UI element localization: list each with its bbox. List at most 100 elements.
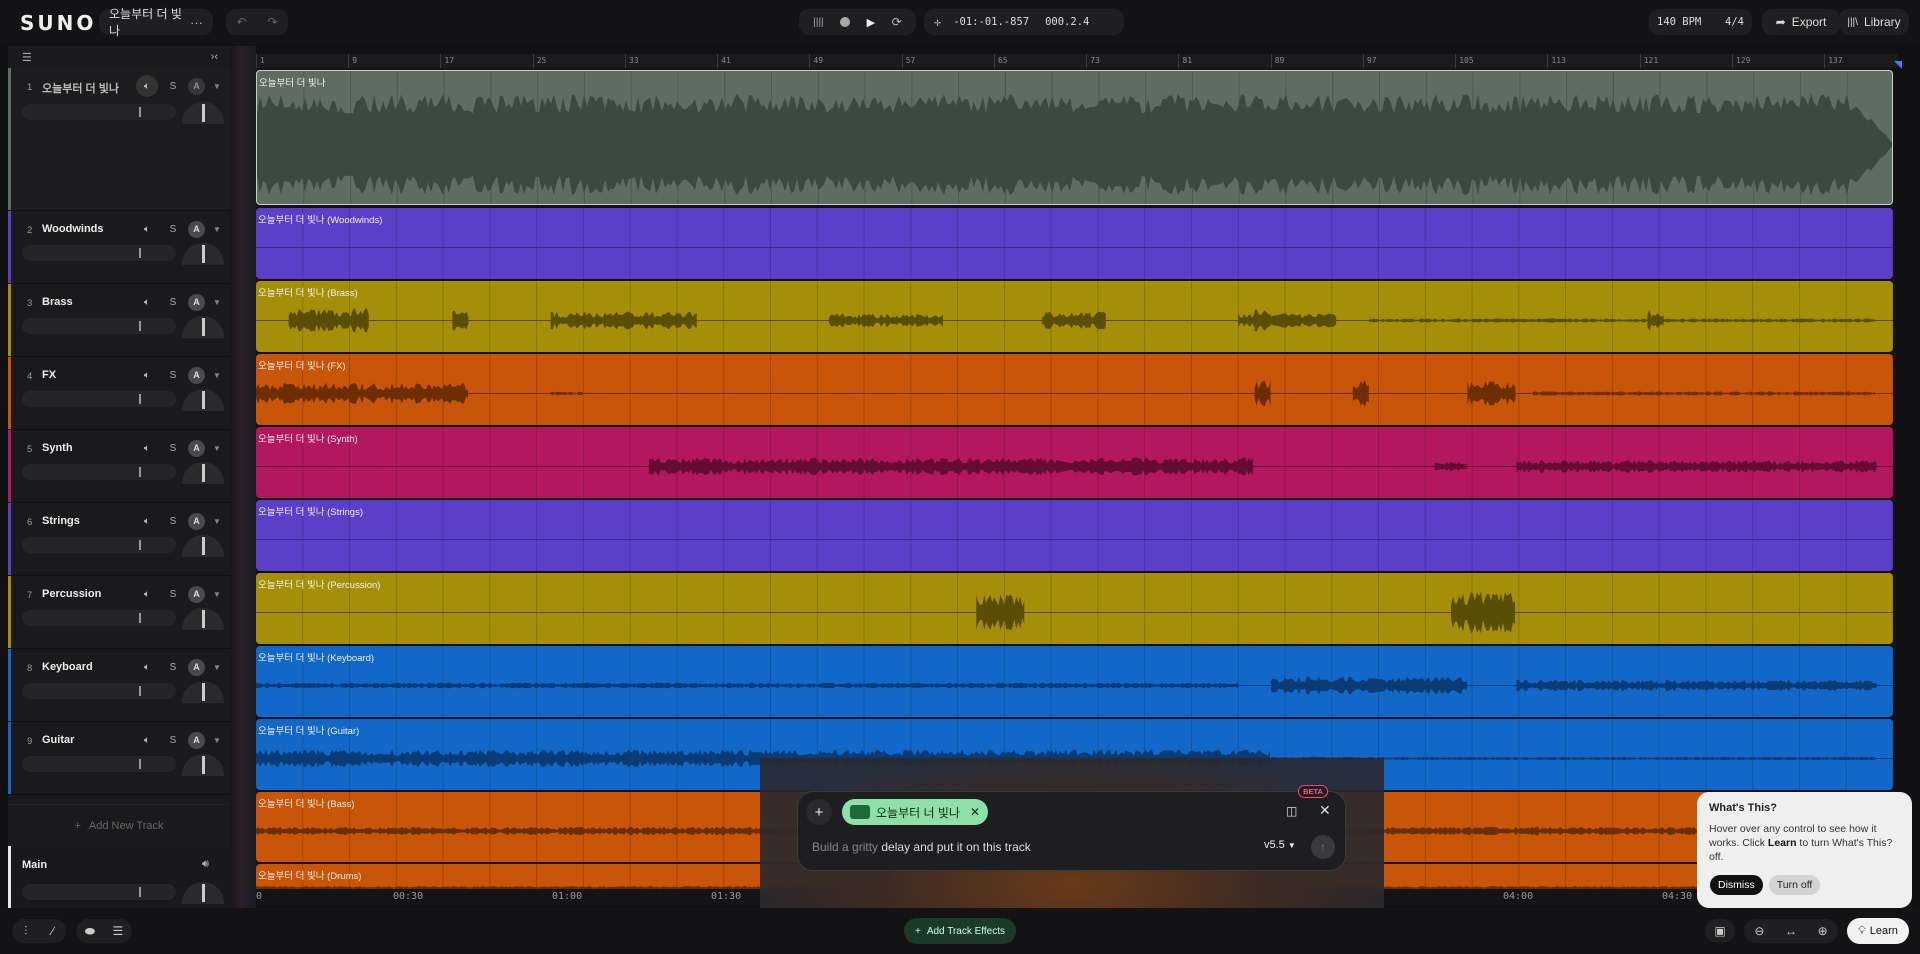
- solo-button[interactable]: S: [166, 443, 180, 454]
- add-track-effects-button[interactable]: + Add Track Effects: [904, 918, 1016, 944]
- track-clip[interactable]: 오늘부터 더 빛나 (Brass): [256, 281, 1893, 352]
- pan-knob[interactable]: [182, 535, 224, 557]
- remove-chip-icon[interactable]: ✕: [970, 805, 980, 819]
- snapshot-icon[interactable]: ▣: [1714, 924, 1725, 938]
- chevron-down-icon[interactable]: ▼: [213, 82, 221, 91]
- solo-button[interactable]: S: [166, 370, 180, 381]
- track-name[interactable]: Brass: [42, 296, 73, 308]
- export-button[interactable]: ➦ Export: [1762, 9, 1840, 35]
- track-name[interactable]: Guitar: [42, 734, 74, 746]
- chevron-down-icon[interactable]: ▼: [213, 298, 221, 307]
- prompt-input[interactable]: Build a gritty delay and put it on this …: [812, 840, 1031, 854]
- mute-icon[interactable]: 🔈︎: [136, 75, 158, 97]
- volume-fader[interactable]: [22, 610, 176, 626]
- track-clip[interactable]: 오늘부터 더 빛나 (Synth): [256, 427, 1893, 498]
- list-view-icon[interactable]: ☰: [112, 924, 123, 938]
- track-name[interactable]: Percussion: [42, 588, 101, 600]
- solo-button[interactable]: S: [166, 662, 180, 673]
- automation-button[interactable]: A: [188, 585, 205, 603]
- mute-icon[interactable]: 🔈︎: [136, 729, 158, 751]
- mixer-icon[interactable]: ⫶: [24, 924, 27, 939]
- solo-button[interactable]: S: [166, 297, 180, 308]
- solo-button[interactable]: S: [166, 81, 180, 92]
- bar-ruler[interactable]: 1 9 17 25 33 41 49 57 65 73 81 89 97 105 113 121 129 137: [256, 54, 1898, 68]
- add-new-track-button[interactable]: + Add New Track: [8, 804, 230, 846]
- close-icon[interactable]: ✕: [1319, 802, 1331, 819]
- main-volume-icon[interactable]: 🔊︎: [202, 858, 209, 871]
- solo-button[interactable]: S: [166, 589, 180, 600]
- pencil-icon[interactable]: ∕: [52, 924, 54, 938]
- pan-knob[interactable]: [182, 102, 224, 124]
- panel-toggle-icon[interactable]: ◫: [1286, 804, 1297, 818]
- volume-fader[interactable]: [22, 391, 176, 407]
- pan-knob[interactable]: [182, 389, 224, 411]
- chevron-down-icon[interactable]: ▼: [213, 736, 221, 745]
- zoom-in-icon[interactable]: ⊕: [1818, 924, 1828, 938]
- automation-button[interactable]: A: [188, 293, 205, 311]
- turn-off-button[interactable]: Turn off: [1768, 875, 1821, 895]
- suno-logo[interactable]: SUNO: [20, 11, 96, 35]
- redo-icon[interactable]: ↷: [267, 15, 277, 29]
- automation-button[interactable]: A: [188, 439, 205, 457]
- chevron-down-icon[interactable]: ▼: [213, 225, 221, 234]
- undo-icon[interactable]: ↶: [236, 15, 246, 29]
- collapse-panel-icon[interactable]: ›‹: [211, 51, 218, 63]
- solo-button[interactable]: S: [166, 516, 180, 527]
- track-clip[interactable]: 오늘부터 더 빛나 (Keyboard): [256, 646, 1893, 717]
- library-button[interactable]: |||\ Library: [1839, 9, 1909, 35]
- track-name[interactable]: FX: [42, 369, 56, 381]
- main-pan-knob[interactable]: [182, 882, 224, 904]
- volume-fader[interactable]: [22, 245, 176, 261]
- chevron-down-icon[interactable]: ▼: [213, 517, 221, 526]
- add-attachment-button[interactable]: +: [806, 799, 832, 825]
- track-clip[interactable]: 오늘부터 더 빛나: [256, 70, 1893, 205]
- fit-icon[interactable]: ↔: [1785, 924, 1797, 938]
- more-options-icon[interactable]: ···: [190, 15, 203, 30]
- track-name[interactable]: Woodwinds: [42, 223, 104, 235]
- mute-icon[interactable]: 🔈︎: [136, 291, 158, 313]
- volume-fader[interactable]: [22, 464, 176, 480]
- volume-fader[interactable]: [22, 104, 176, 120]
- chevron-down-icon[interactable]: ▼: [213, 590, 221, 599]
- model-version-select[interactable]: v5.5 ▼: [1264, 839, 1296, 851]
- chevron-down-icon[interactable]: ▼: [213, 371, 221, 380]
- pan-knob[interactable]: [182, 608, 224, 630]
- automation-button[interactable]: A: [188, 512, 205, 530]
- track-clip[interactable]: 오늘부터 더 빛나 (Strings): [256, 500, 1893, 571]
- automation-button[interactable]: A: [188, 658, 205, 676]
- track-clip[interactable]: 오늘부터 더 빛나 (Woodwinds): [256, 208, 1893, 279]
- mute-icon[interactable]: 🔈︎: [136, 510, 158, 532]
- track-clip[interactable]: 오늘부터 더 빛나 (Percussion): [256, 573, 1893, 644]
- track-name[interactable]: Strings: [42, 515, 80, 527]
- volume-fader[interactable]: [22, 683, 176, 699]
- mute-icon[interactable]: 🔈︎: [136, 437, 158, 459]
- loop-icon[interactable]: ⟳: [892, 15, 902, 29]
- mute-icon[interactable]: 🔈︎: [136, 656, 158, 678]
- learn-button[interactable]: 💡︎ Learn: [1847, 918, 1909, 944]
- automation-button[interactable]: A: [188, 731, 205, 749]
- pan-knob[interactable]: [182, 462, 224, 484]
- track-list-icon[interactable]: ☰: [22, 51, 32, 64]
- mute-icon[interactable]: 🔈︎: [136, 583, 158, 605]
- record-icon[interactable]: [840, 17, 851, 27]
- pan-knob[interactable]: [182, 681, 224, 703]
- main-volume-fader[interactable]: [22, 884, 176, 900]
- volume-fader[interactable]: [22, 318, 176, 334]
- volume-fader[interactable]: [22, 537, 176, 553]
- play-icon[interactable]: ▶: [867, 16, 875, 29]
- metronome-icon[interactable]: ||||: [813, 17, 823, 28]
- send-button[interactable]: ↑: [1311, 835, 1335, 859]
- track-name[interactable]: Synth: [42, 442, 73, 454]
- chevron-down-icon[interactable]: ▼: [213, 444, 221, 453]
- dismiss-button[interactable]: Dismiss: [1710, 875, 1763, 895]
- tempo-display[interactable]: 140 BPM 4/4: [1649, 9, 1752, 35]
- time-signature[interactable]: 4/4: [1725, 16, 1744, 28]
- song-title-pill[interactable]: 오늘부터 더 빛나 ···: [99, 7, 213, 38]
- pan-knob[interactable]: [182, 243, 224, 265]
- automation-icon[interactable]: ⬬: [85, 924, 95, 939]
- volume-fader[interactable]: [22, 756, 176, 772]
- snap-icon[interactable]: ✛: [934, 15, 941, 29]
- chevron-down-icon[interactable]: ▼: [213, 663, 221, 672]
- pan-knob[interactable]: [182, 316, 224, 338]
- bpm-value[interactable]: 140 BPM: [1657, 16, 1701, 28]
